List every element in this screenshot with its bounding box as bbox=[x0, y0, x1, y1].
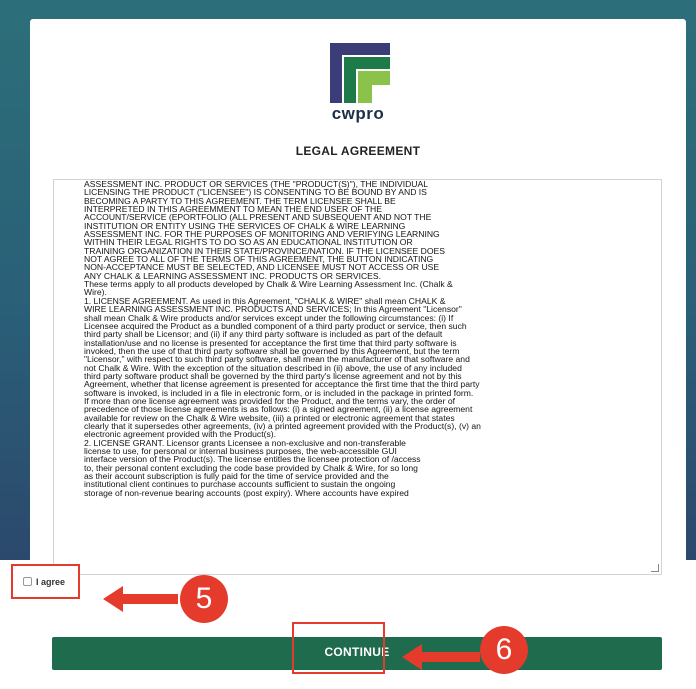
agree-highlight-box[interactable]: I agree bbox=[11, 564, 80, 599]
step-6-badge: 6 bbox=[480, 626, 528, 674]
continue-highlight-box bbox=[292, 622, 385, 674]
resize-handle-icon[interactable] bbox=[651, 564, 659, 572]
step-5-badge: 5 bbox=[180, 575, 228, 623]
agreement-text: ASSESSMENT INC. PRODUCT OR SERVICES (THE… bbox=[84, 179, 481, 498]
arrow-left-icon bbox=[402, 644, 480, 670]
agreement-textarea[interactable]: ASSESSMENT INC. PRODUCT OR SERVICES (THE… bbox=[53, 179, 662, 575]
brand-name: cwpro bbox=[331, 104, 385, 123]
cwpro-logo-icon bbox=[330, 43, 390, 103]
arrow-left-icon bbox=[103, 586, 178, 612]
page-title: LEGAL AGREEMENT bbox=[295, 144, 421, 158]
agree-checkbox[interactable] bbox=[23, 577, 32, 586]
agree-label[interactable]: I agree bbox=[36, 577, 65, 587]
